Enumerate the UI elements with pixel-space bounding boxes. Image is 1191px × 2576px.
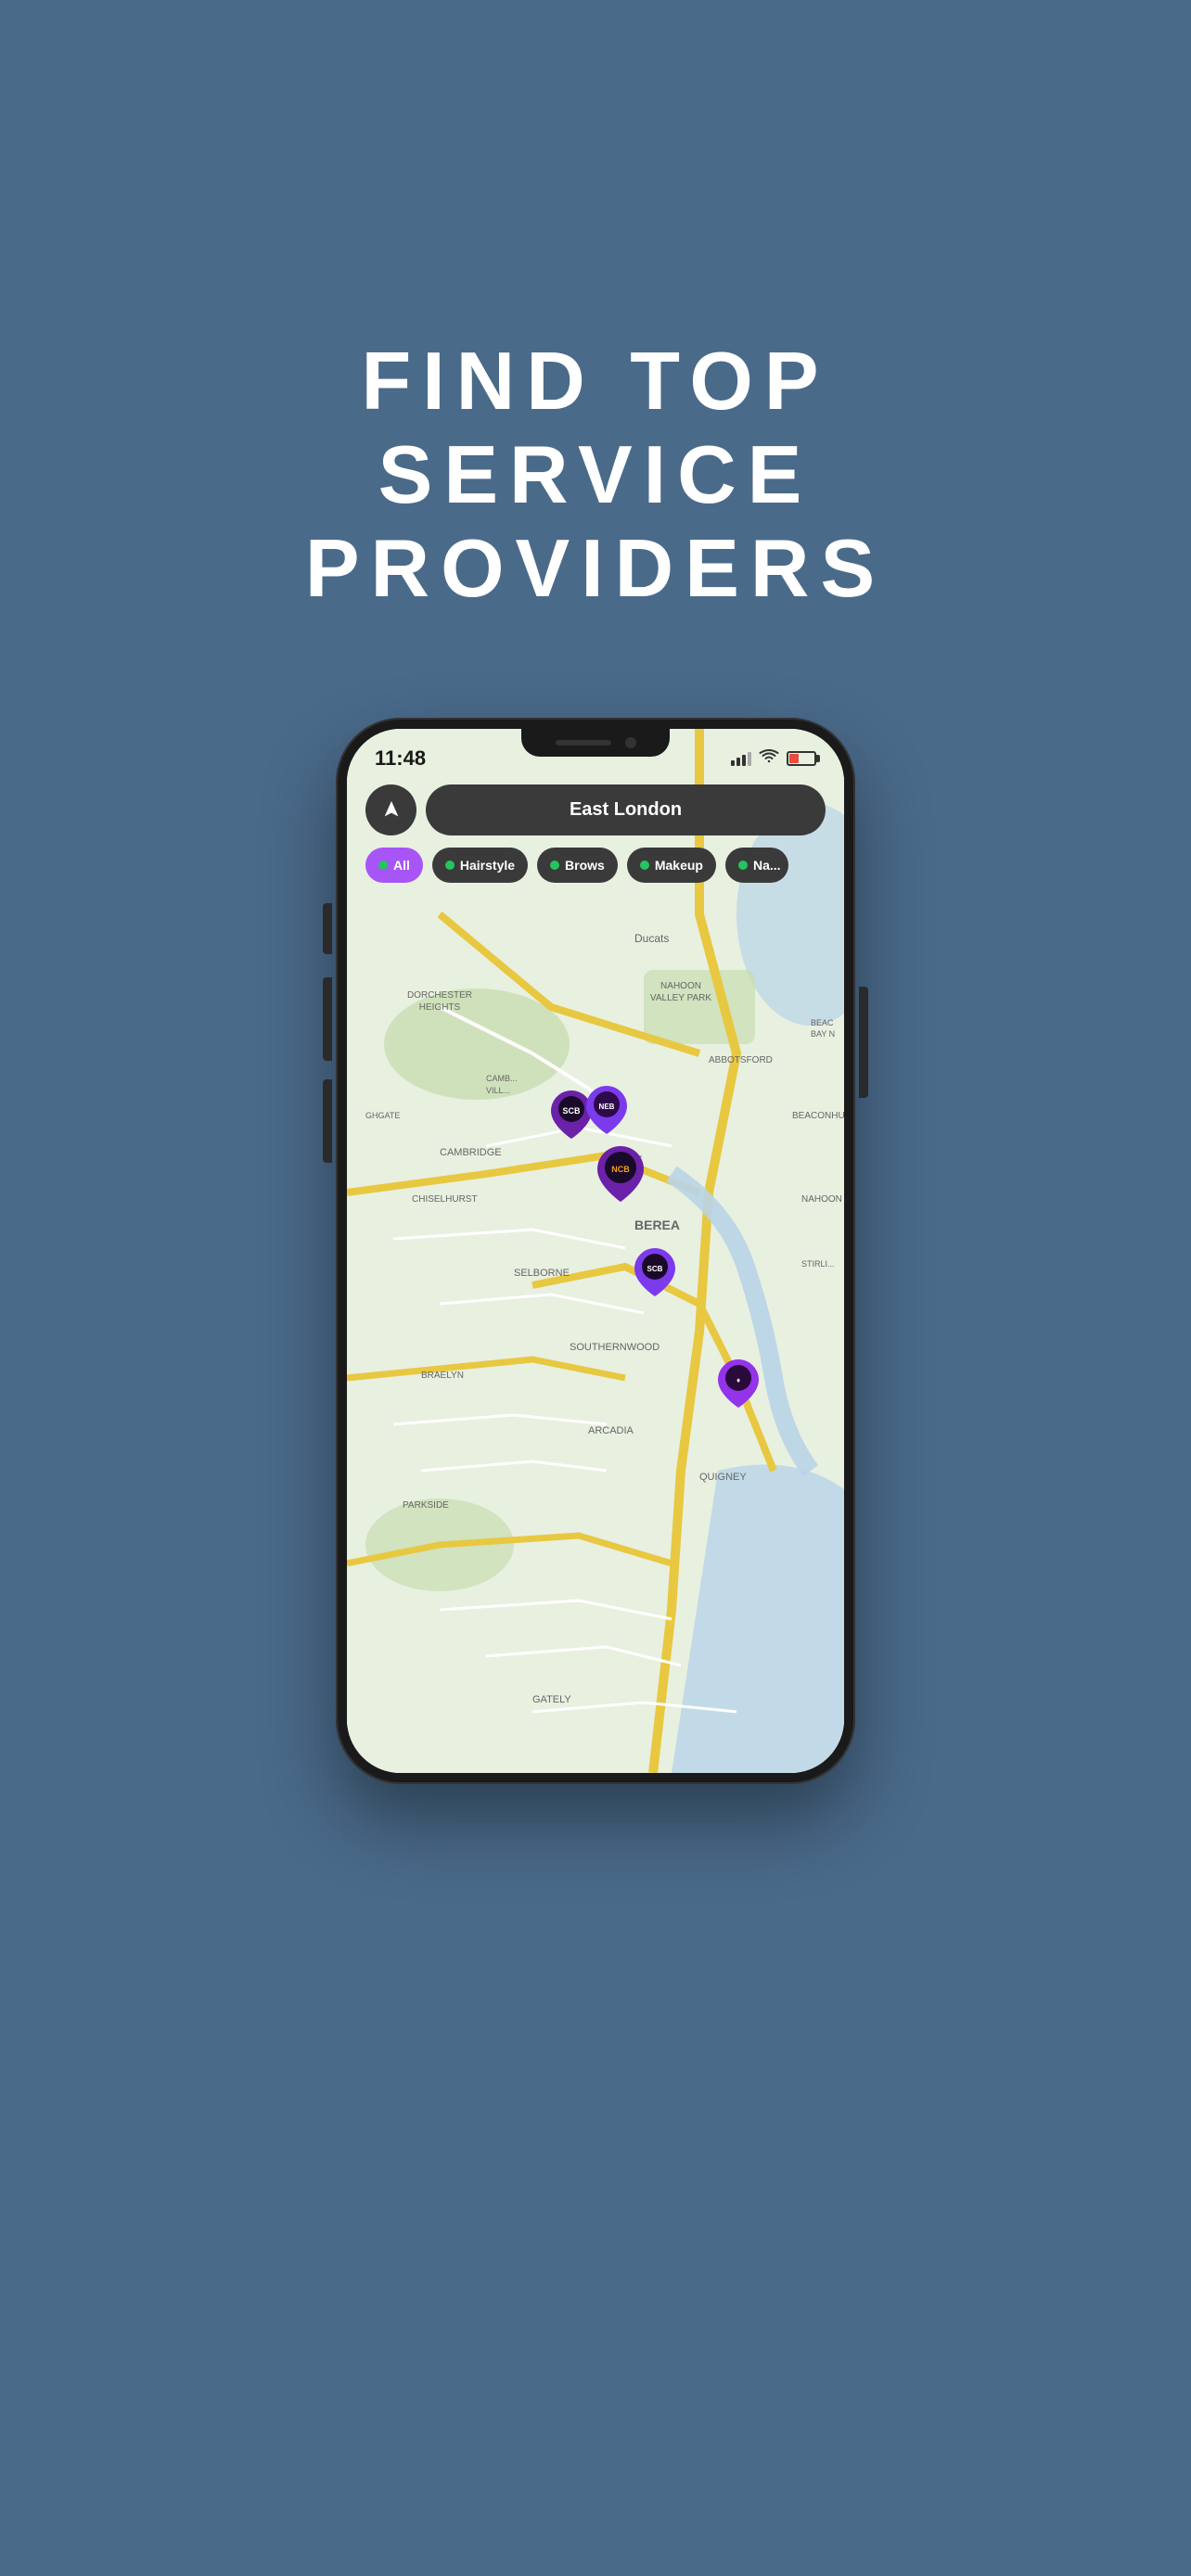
- svg-text:BRAELYN: BRAELYN: [421, 1371, 464, 1381]
- search-bar-container: East London: [365, 784, 826, 835]
- svg-text:BEREA: BEREA: [634, 1218, 680, 1232]
- svg-text:BAY N: BAY N: [811, 1029, 835, 1039]
- svg-text:♦: ♦: [736, 1376, 740, 1384]
- svg-text:NAHOON: NAHOON: [801, 1194, 842, 1205]
- svg-text:VALLEY PARK: VALLEY PARK: [650, 993, 711, 1003]
- svg-text:BEACONHURST: BEACONHURST: [792, 1111, 844, 1121]
- chip-label: Makeup: [655, 858, 703, 873]
- speaker-grille: [556, 740, 611, 746]
- svg-text:STIRLI...: STIRLI...: [801, 1259, 835, 1269]
- status-time: 11:48: [375, 746, 426, 771]
- svg-text:VILL...: VILL...: [486, 1086, 510, 1095]
- map-pin-4[interactable]: SCB: [634, 1248, 675, 1301]
- svg-text:QUIGNEY: QUIGNEY: [699, 1472, 747, 1483]
- chip-label: Hairstyle: [460, 858, 515, 873]
- volume-down-button: [323, 1079, 332, 1163]
- svg-text:GATELY: GATELY: [532, 1694, 571, 1705]
- power-button: [859, 987, 868, 1098]
- filter-chips: All Hairstyle Brows Makeup: [365, 848, 844, 883]
- location-button[interactable]: [365, 784, 416, 835]
- svg-text:NAHOON: NAHOON: [660, 981, 701, 991]
- svg-text:CAMBRIDGE: CAMBRIDGE: [440, 1147, 502, 1158]
- chip-label: All: [393, 858, 410, 873]
- chip-dot: [445, 861, 455, 870]
- map-svg: Ducats DORCHESTER HEIGHTS NAHOON VALLEY …: [347, 729, 844, 1773]
- svg-text:CHISELHURST: CHISELHURST: [412, 1194, 478, 1205]
- status-icons: [731, 749, 816, 769]
- signal-icon: [731, 752, 751, 766]
- filter-chip-all[interactable]: All: [365, 848, 423, 883]
- phone-notch: [521, 729, 670, 757]
- chip-label: Na...: [753, 858, 781, 873]
- hero-title: FIND TOP SERVICE PROVIDERS: [305, 334, 886, 616]
- chip-dot: [640, 861, 649, 870]
- chip-label: Brows: [565, 858, 605, 873]
- volume-silent-button: [323, 903, 332, 954]
- svg-text:PARKSIDE: PARKSIDE: [403, 1500, 449, 1511]
- battery-icon: [787, 751, 816, 766]
- map-pin-3[interactable]: NCB: [597, 1146, 644, 1206]
- svg-text:CAMB...: CAMB...: [486, 1074, 518, 1083]
- svg-text:SOUTHERNWOOD: SOUTHERNWOOD: [570, 1342, 660, 1353]
- phone-mockup: Ducats DORCHESTER HEIGHTS NAHOON VALLEY …: [336, 718, 855, 1784]
- svg-text:NEB: NEB: [599, 1103, 615, 1111]
- filter-chip-nails[interactable]: Na...: [725, 848, 788, 883]
- map-pin-5[interactable]: ♦: [718, 1359, 759, 1412]
- chip-dot: [738, 861, 748, 870]
- svg-text:SELBORNE: SELBORNE: [514, 1268, 570, 1279]
- svg-text:SCB: SCB: [647, 1265, 663, 1273]
- front-camera: [625, 737, 636, 748]
- navigation-icon: [381, 799, 402, 820]
- svg-text:SCB: SCB: [562, 1106, 581, 1116]
- map-area[interactable]: Ducats DORCHESTER HEIGHTS NAHOON VALLEY …: [347, 729, 844, 1773]
- volume-up-button: [323, 977, 332, 1061]
- filter-chip-hairstyle[interactable]: Hairstyle: [432, 848, 528, 883]
- filter-chip-makeup[interactable]: Makeup: [627, 848, 716, 883]
- svg-text:BEAC: BEAC: [811, 1018, 834, 1027]
- phone-frame: Ducats DORCHESTER HEIGHTS NAHOON VALLEY …: [336, 718, 855, 1784]
- map-pin-2[interactable]: NEB: [586, 1086, 627, 1139]
- svg-text:DORCHESTER: DORCHESTER: [407, 990, 472, 1001]
- wifi-icon: [759, 749, 779, 769]
- svg-text:NCB: NCB: [611, 1165, 630, 1174]
- svg-text:Ducats: Ducats: [634, 932, 669, 945]
- hero-section: FIND TOP SERVICE PROVIDERS: [250, 167, 941, 616]
- svg-text:ARCADIA: ARCADIA: [588, 1425, 634, 1436]
- location-text: East London: [570, 799, 682, 821]
- svg-text:ABBOTSFORD: ABBOTSFORD: [709, 1055, 773, 1065]
- svg-text:GHGATE: GHGATE: [365, 1111, 400, 1120]
- filter-chip-brows[interactable]: Brows: [537, 848, 618, 883]
- svg-text:HEIGHTS: HEIGHTS: [419, 1002, 461, 1013]
- chip-dot: [378, 861, 388, 870]
- phone-screen: Ducats DORCHESTER HEIGHTS NAHOON VALLEY …: [347, 729, 844, 1773]
- chip-dot: [550, 861, 559, 870]
- search-location-pill[interactable]: East London: [426, 784, 826, 835]
